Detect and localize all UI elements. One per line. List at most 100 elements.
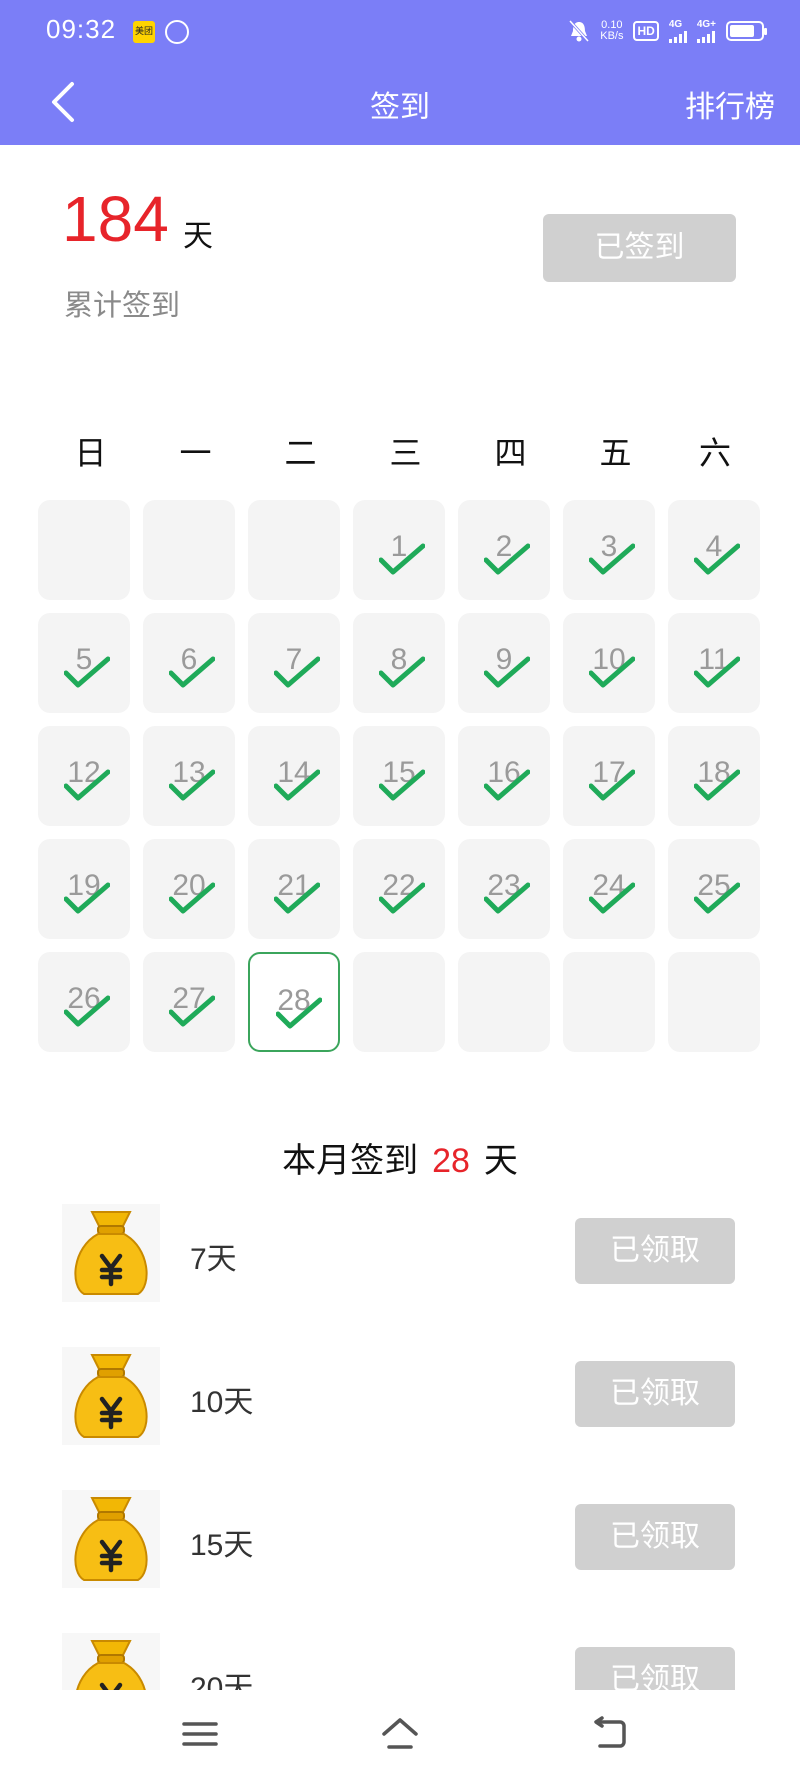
- battery-icon: [726, 21, 767, 41]
- claimed-button[interactable]: 已领取: [575, 1218, 735, 1284]
- calendar-day[interactable]: 18: [668, 726, 760, 826]
- reward-item: 15天 已领取: [62, 1490, 742, 1590]
- check-icon: [379, 882, 425, 914]
- calendar-day[interactable]: 15: [353, 726, 445, 826]
- calendar-empty-cell: [563, 952, 655, 1052]
- check-icon: [379, 769, 425, 801]
- money-bag-icon: [62, 1490, 160, 1588]
- check-icon: [484, 543, 530, 575]
- status-bar: 09:32 美团 0.10 KB/s HD 4G 4G+: [0, 0, 800, 60]
- return-icon[interactable]: [590, 1714, 630, 1754]
- total-days-unit: 天: [183, 219, 213, 254]
- calendar-day[interactable]: 22: [353, 839, 445, 939]
- calendar-day[interactable]: 13: [143, 726, 235, 826]
- month-signin-summary: 本月签到 28 天: [282, 1141, 518, 1181]
- check-icon: [274, 882, 320, 914]
- calendar-day[interactable]: 26: [38, 952, 130, 1052]
- check-icon: [64, 656, 110, 688]
- calendar-day[interactable]: 24: [563, 839, 655, 939]
- check-icon: [694, 882, 740, 914]
- menu-icon[interactable]: [180, 1714, 220, 1754]
- weekday-header: 日一二三四五六: [38, 428, 762, 474]
- calendar-day[interactable]: 27: [143, 952, 235, 1052]
- check-icon: [484, 769, 530, 801]
- check-icon: [274, 769, 320, 801]
- check-icon: [276, 997, 322, 1029]
- check-icon: [589, 882, 635, 914]
- nav-bar: 签到 排行榜: [0, 60, 800, 145]
- weekday-label: 一: [179, 434, 212, 472]
- leaderboard-link[interactable]: 排行榜: [685, 82, 775, 126]
- weekday-label: 日: [74, 434, 107, 472]
- check-icon: [379, 543, 425, 575]
- reward-days-label: 7天: [190, 1243, 237, 1276]
- calendar-day[interactable]: 3: [563, 500, 655, 600]
- calendar-day[interactable]: 16: [458, 726, 550, 826]
- calendar-empty-cell: [668, 952, 760, 1052]
- calendar-day[interactable]: 19: [38, 839, 130, 939]
- check-icon: [274, 656, 320, 688]
- calendar-day[interactable]: 1: [353, 500, 445, 600]
- month-signin-count: 28: [432, 1142, 470, 1180]
- signed-button[interactable]: 已签到: [543, 214, 736, 282]
- check-icon: [694, 543, 740, 575]
- check-icon: [694, 769, 740, 801]
- header-bar: 09:32 美团 0.10 KB/s HD 4G 4G+ 签到 排行榜: [0, 0, 800, 145]
- hd-badge: HD: [633, 21, 659, 41]
- weekday-label: 五: [599, 434, 632, 472]
- calendar-day[interactable]: 11: [668, 613, 760, 713]
- calendar-day[interactable]: 14: [248, 726, 340, 826]
- mute-bell-icon: [569, 19, 590, 43]
- calendar-day[interactable]: 9: [458, 613, 550, 713]
- calendar-day-today[interactable]: 28: [248, 952, 340, 1052]
- check-icon: [694, 656, 740, 688]
- system-nav-bar: [0, 1690, 800, 1784]
- check-icon: [484, 656, 530, 688]
- check-icon: [169, 769, 215, 801]
- reward-item: 10天 已领取: [62, 1347, 742, 1447]
- calendar-day[interactable]: 8: [353, 613, 445, 713]
- calendar-day[interactable]: 4: [668, 500, 760, 600]
- calendar-empty-cell: [248, 500, 340, 600]
- check-icon: [169, 656, 215, 688]
- calendar-day[interactable]: 5: [38, 613, 130, 713]
- calendar-day[interactable]: 23: [458, 839, 550, 939]
- home-icon[interactable]: [380, 1714, 420, 1754]
- status-time: 09:32: [46, 14, 117, 44]
- money-bag-icon: [62, 1347, 160, 1445]
- weekday-label: 四: [494, 434, 527, 472]
- calendar-empty-cell: [143, 500, 235, 600]
- total-days-count: 184: [62, 183, 169, 255]
- check-icon: [589, 769, 635, 801]
- calendar-empty-cell: [458, 952, 550, 1052]
- calendar-day[interactable]: 20: [143, 839, 235, 939]
- status-indicators: 0.10 KB/s HD 4G 4G+: [568, 16, 767, 46]
- meituan-icon: 美团: [133, 21, 155, 43]
- signal-sim2: 4G+: [696, 19, 716, 43]
- reward-item: 7天 已领取: [62, 1204, 742, 1304]
- check-icon: [169, 995, 215, 1027]
- check-icon: [64, 769, 110, 801]
- check-icon: [379, 656, 425, 688]
- weekday-label: 三: [389, 434, 422, 472]
- calendar-day[interactable]: 21: [248, 839, 340, 939]
- page-title: 签到: [370, 90, 430, 125]
- calendar-day[interactable]: 7: [248, 613, 340, 713]
- weekday-label: 六: [698, 434, 731, 472]
- calendar-grid: 1 2 3 4 5 6 7 8 9 10 11 12 13 14 15 16 17 18 19 20 21 22 23 24 2…: [38, 500, 762, 1052]
- calendar-day[interactable]: 6: [143, 613, 235, 713]
- calendar-empty-cell: [353, 952, 445, 1052]
- signal-sim1: 4G: [668, 19, 687, 43]
- calendar-day[interactable]: 10: [563, 613, 655, 713]
- calendar-day[interactable]: 2: [458, 500, 550, 600]
- calendar-day[interactable]: 12: [38, 726, 130, 826]
- check-icon: [64, 995, 110, 1027]
- total-days-label: 累计签到: [64, 288, 181, 322]
- claimed-button[interactable]: 已领取: [575, 1361, 735, 1427]
- claimed-button[interactable]: 已领取: [575, 1504, 735, 1570]
- check-icon: [484, 882, 530, 914]
- calendar-day[interactable]: 25: [668, 839, 760, 939]
- check-icon: [589, 543, 635, 575]
- calendar-day[interactable]: 17: [563, 726, 655, 826]
- check-icon: [64, 882, 110, 914]
